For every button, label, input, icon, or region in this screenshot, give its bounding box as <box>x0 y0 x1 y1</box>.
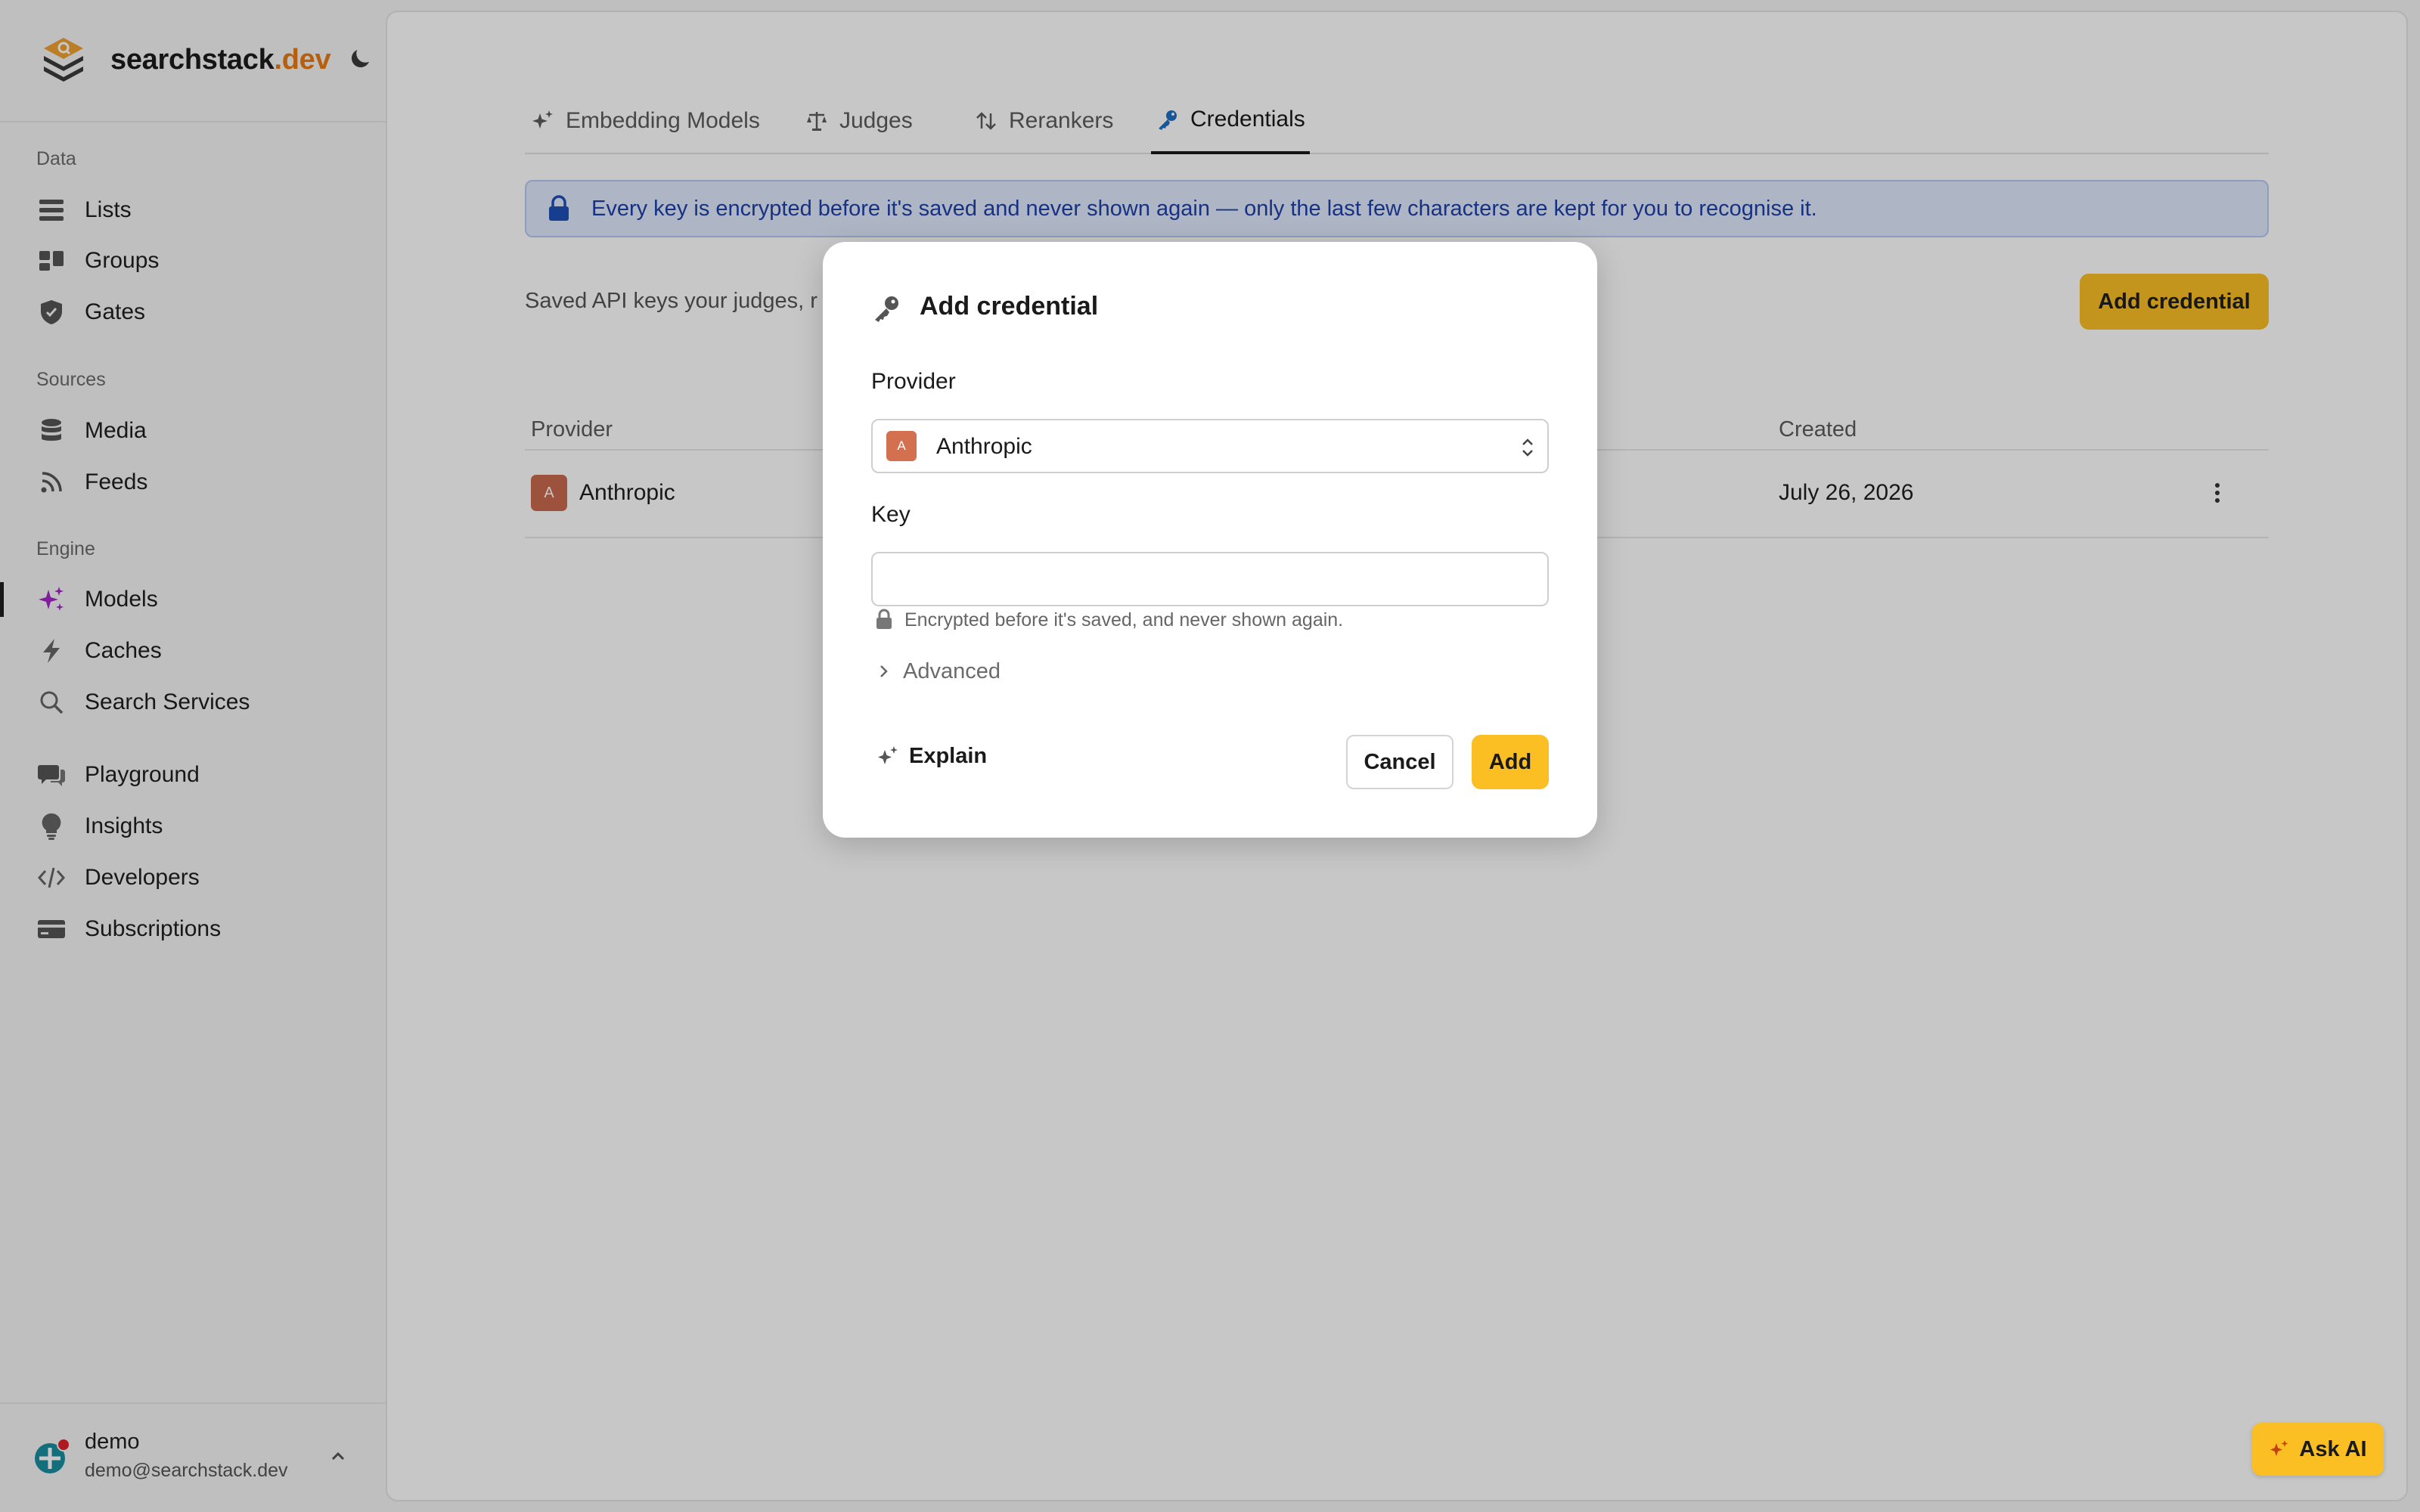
add-button[interactable]: Add <box>1472 735 1549 789</box>
explain-button[interactable]: Explain <box>876 735 987 777</box>
provider-select-value: Anthropic <box>936 434 1032 459</box>
key-icon <box>875 296 898 322</box>
ask-ai-button[interactable]: Ask AI <box>2252 1423 2384 1476</box>
advanced-toggle[interactable]: Advanced <box>874 656 1001 686</box>
cancel-button[interactable]: Cancel <box>1346 735 1454 789</box>
dialog-title: Add credential <box>920 292 1099 321</box>
advanced-label: Advanced <box>903 658 1001 683</box>
sparkles-icon <box>878 746 898 764</box>
explain-label: Explain <box>909 743 988 768</box>
sparkles-icon <box>2270 1440 2288 1456</box>
provider-label: Provider <box>871 369 956 394</box>
ask-ai-label: Ask AI <box>2299 1436 2367 1461</box>
add-credential-dialog: Add credential Provider A Anthropic Key … <box>823 242 1597 838</box>
provider-badge: A <box>886 431 917 461</box>
key-label: Key <box>871 502 911 527</box>
chevron-right-icon <box>880 665 888 677</box>
chevron-up-down-icon <box>1522 438 1533 457</box>
lock-icon <box>876 609 892 629</box>
provider-select[interactable]: A Anthropic <box>871 419 1549 473</box>
key-input[interactable] <box>871 552 1549 606</box>
key-hint: Encrypted before it's saved, and never s… <box>904 609 1344 631</box>
